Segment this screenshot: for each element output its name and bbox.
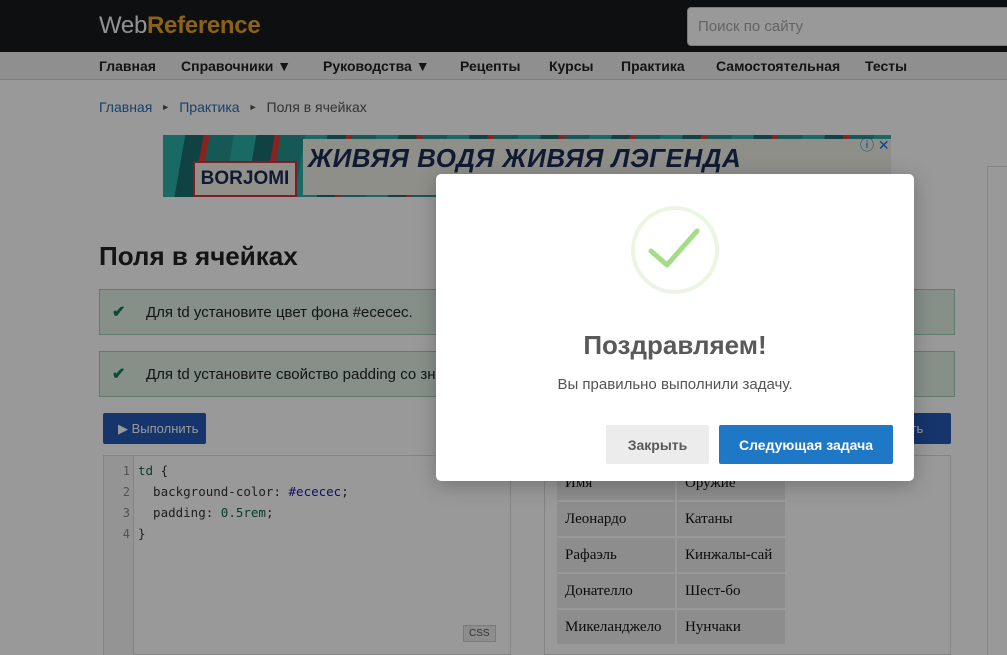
dialog-title: Поздравляем! xyxy=(583,330,767,360)
success-icon xyxy=(631,206,719,294)
close-button[interactable]: Закрыть xyxy=(606,425,709,464)
checkmark-icon xyxy=(648,228,700,268)
success-dialog: Поздравляем! Вы правильно выполнили зада… xyxy=(436,174,914,481)
dialog-message: Вы правильно выполнили задачу. xyxy=(557,376,793,393)
next-task-button[interactable]: Следующая задача xyxy=(719,425,893,464)
